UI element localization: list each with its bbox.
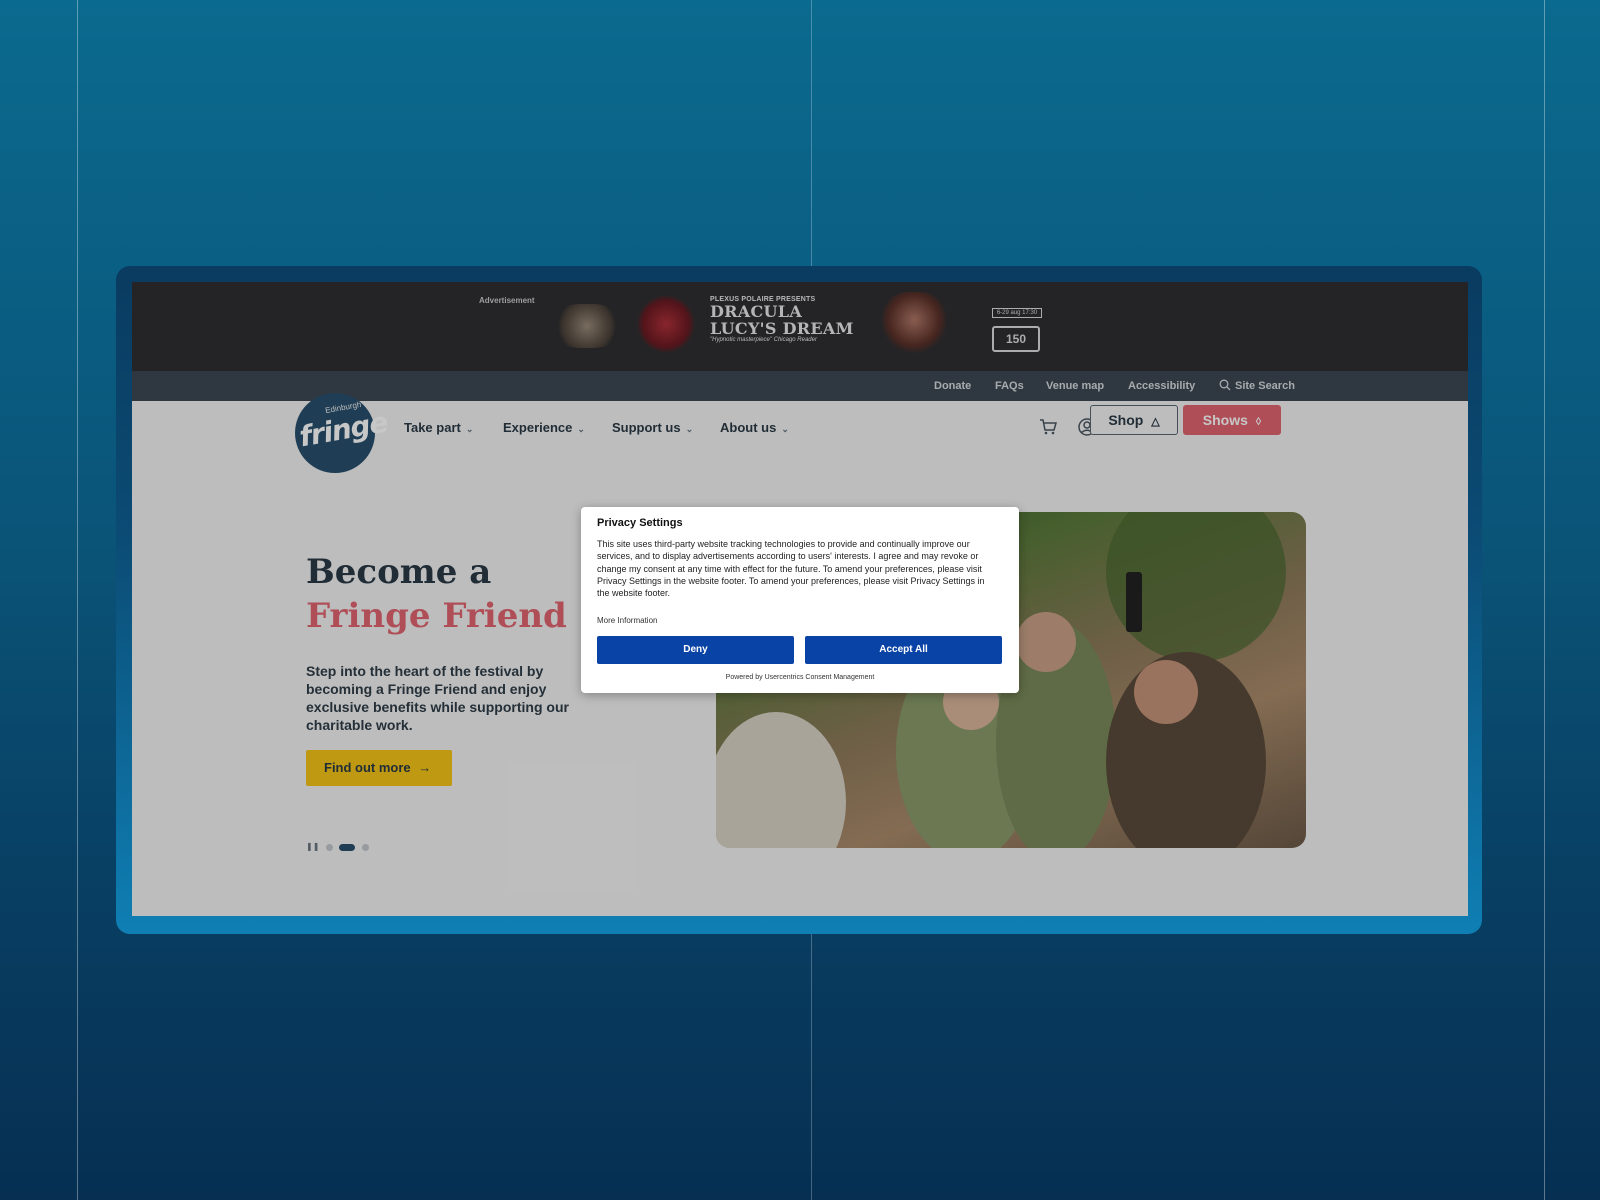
privacy-title: Privacy Settings bbox=[597, 517, 683, 529]
guide-line-left bbox=[77, 0, 78, 1200]
privacy-settings-dialog: Privacy Settings This site uses third-pa… bbox=[581, 507, 1019, 693]
accept-all-button[interactable]: Accept All bbox=[805, 636, 1002, 664]
guide-line-right bbox=[1544, 0, 1545, 1200]
website: Advertisement PLEXUS POLAIRE PRESENTS DR… bbox=[132, 282, 1468, 916]
powered-by: Powered by Usercentrics Consent Manageme… bbox=[725, 674, 875, 681]
deny-button[interactable]: Deny bbox=[597, 636, 794, 664]
more-information-link[interactable]: More Information bbox=[597, 616, 657, 625]
privacy-body: This site uses third-party website track… bbox=[597, 539, 985, 599]
